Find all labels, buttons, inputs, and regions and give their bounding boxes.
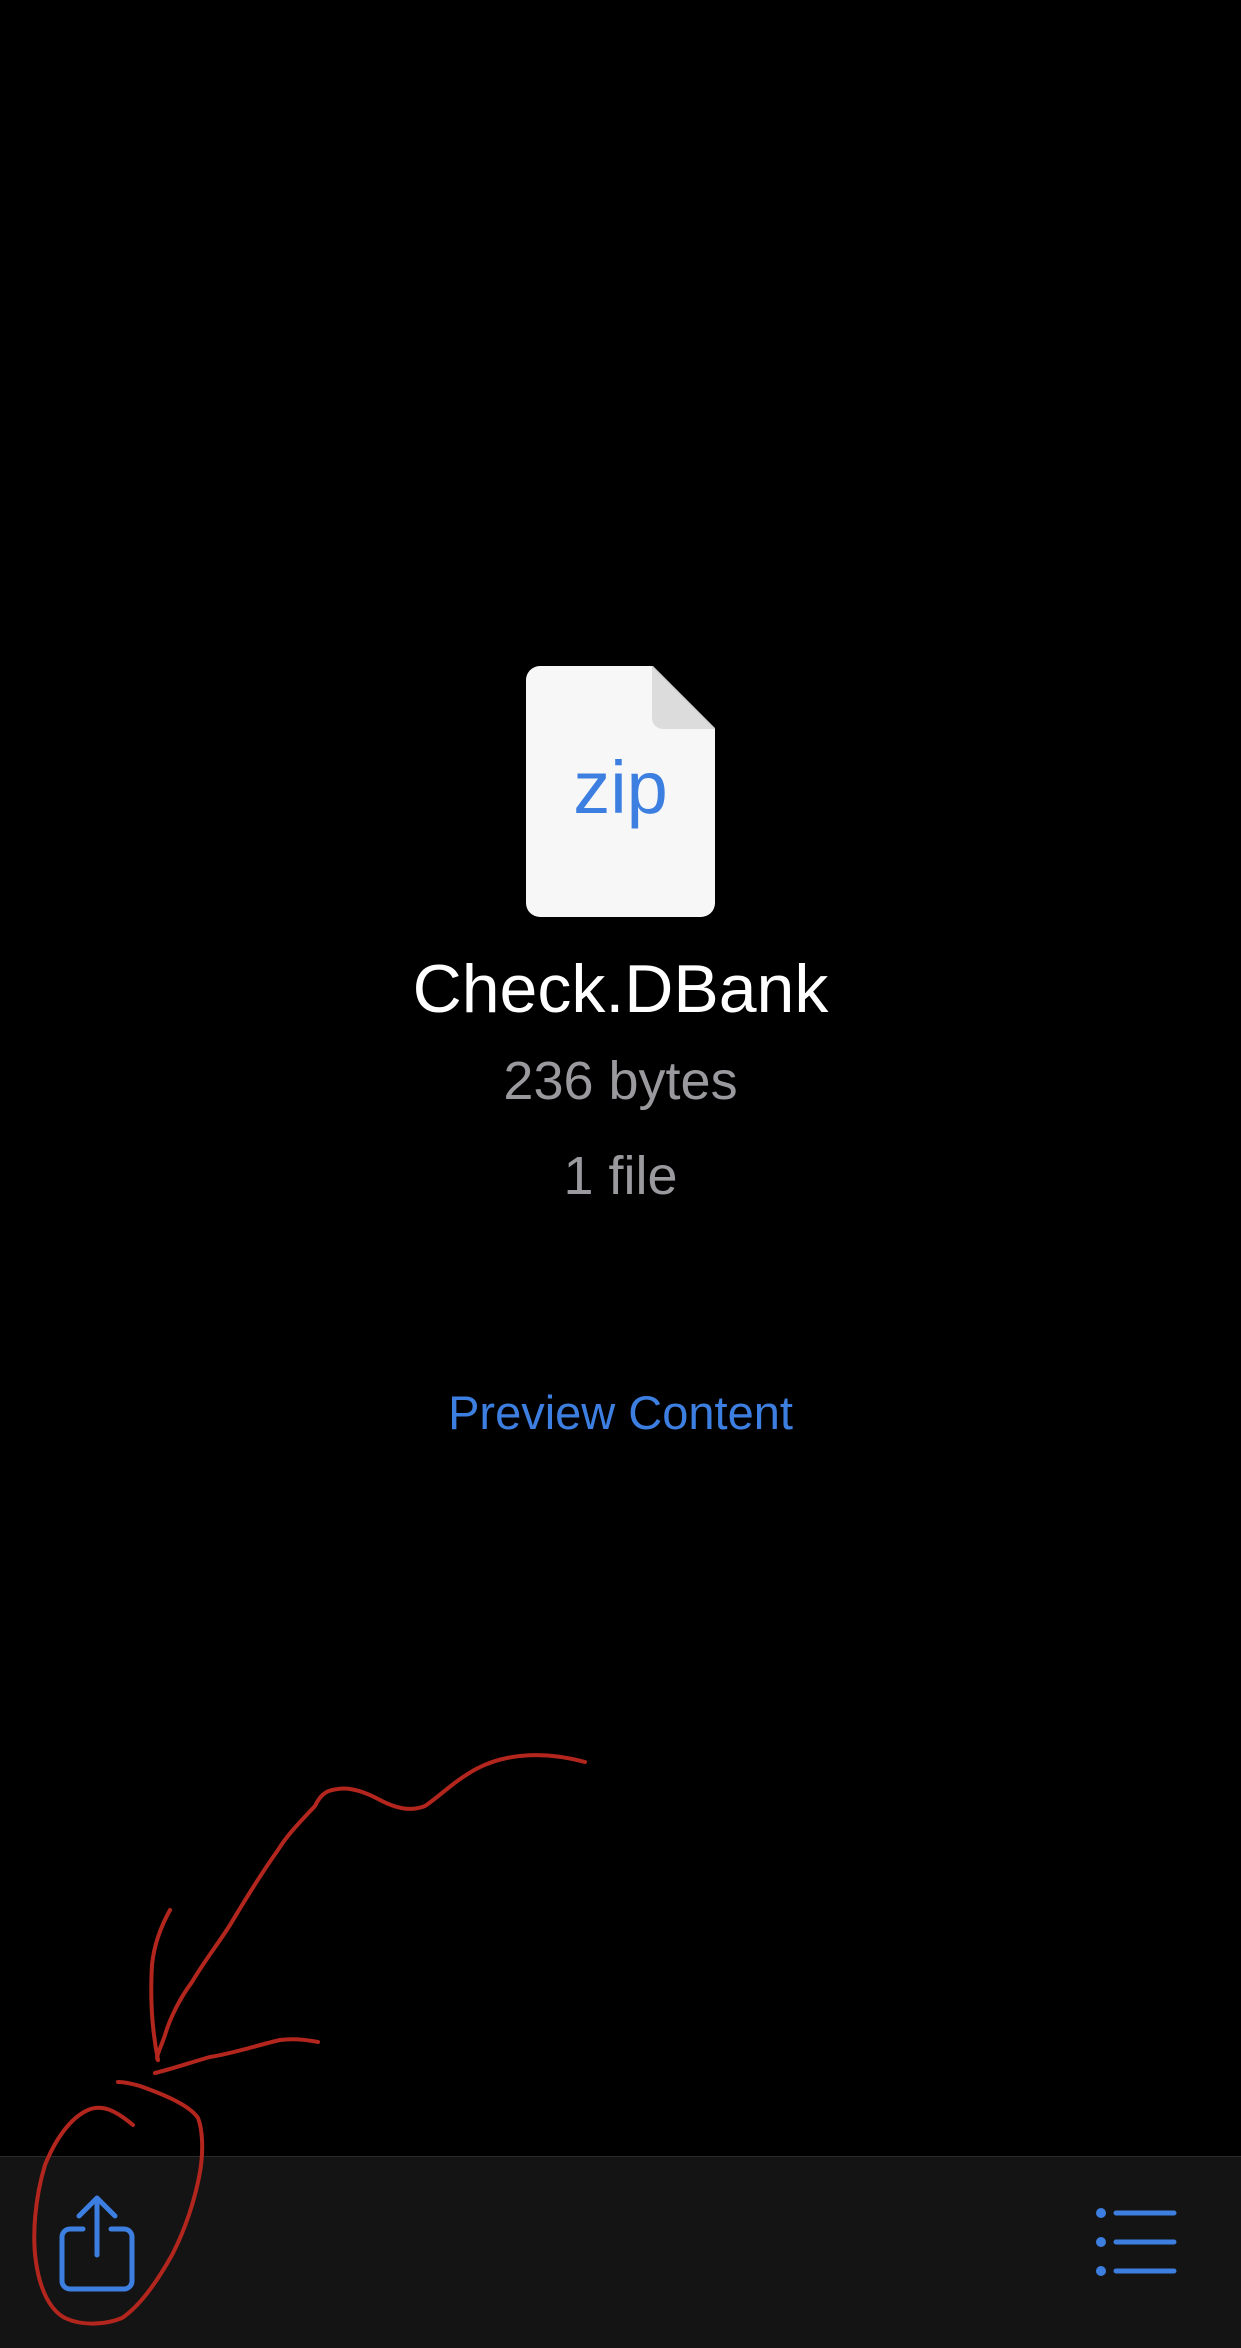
- list-button[interactable]: [1094, 2205, 1178, 2279]
- file-info-panel: zip Check.DBank 236 bytes 1 file Preview…: [0, 0, 1241, 2156]
- file-name: Check.DBank: [412, 951, 829, 1027]
- file-count: 1 file: [563, 1146, 678, 1206]
- preview-content-button[interactable]: Preview Content: [400, 1378, 841, 1448]
- share-button[interactable]: [56, 2193, 138, 2293]
- share-icon: [59, 2195, 135, 2292]
- bottom-toolbar: [0, 2156, 1241, 2348]
- list-icon: [1096, 2208, 1177, 2276]
- zip-preview-screen: zip Check.DBank 236 bytes 1 file Preview…: [0, 0, 1241, 2348]
- zip-file-icon: zip: [526, 666, 715, 917]
- file-type-label: zip: [573, 746, 668, 829]
- file-size: 236 bytes: [503, 1051, 738, 1111]
